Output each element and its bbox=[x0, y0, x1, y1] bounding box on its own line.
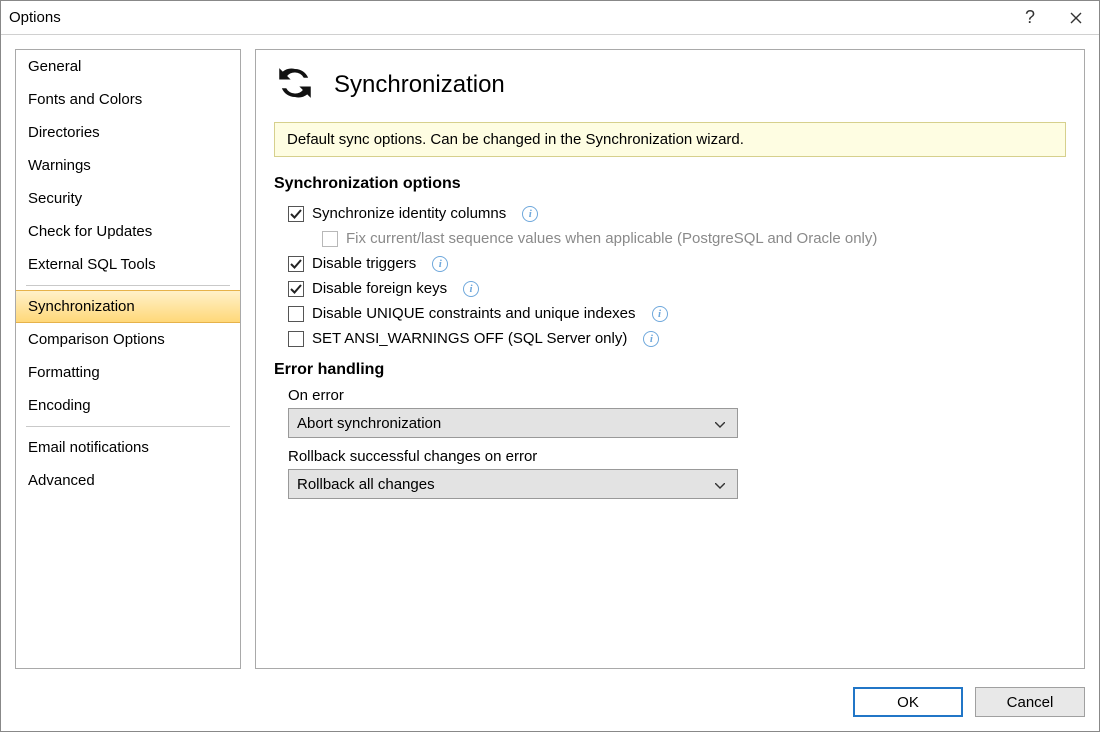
checkbox-icon bbox=[288, 256, 304, 272]
dialog-footer: OK Cancel bbox=[1, 677, 1099, 731]
check-label: SET ANSI_WARNINGS OFF (SQL Server only) bbox=[312, 330, 627, 347]
info-icon[interactable]: i bbox=[432, 256, 448, 272]
checkbox-icon bbox=[288, 306, 304, 322]
help-button[interactable]: ? bbox=[1007, 1, 1053, 35]
sidebar-item-security[interactable]: Security bbox=[16, 182, 240, 215]
window-title: Options bbox=[9, 9, 1007, 26]
page-header: Synchronization bbox=[274, 62, 1066, 108]
close-button[interactable] bbox=[1053, 1, 1099, 35]
sidebar-item-directories[interactable]: Directories bbox=[16, 116, 240, 149]
sidebar-item-synchronization[interactable]: Synchronization bbox=[16, 290, 240, 323]
checkbox-icon bbox=[288, 331, 304, 347]
cancel-button[interactable]: Cancel bbox=[975, 687, 1085, 717]
info-icon[interactable]: i bbox=[522, 206, 538, 222]
sidebar-item-external-sql-tools[interactable]: External SQL Tools bbox=[16, 248, 240, 281]
sidebar-item-check-for-updates[interactable]: Check for Updates bbox=[16, 215, 240, 248]
content-panel: Synchronization Default sync options. Ca… bbox=[255, 49, 1085, 669]
check-identity-columns[interactable]: Synchronize identity columns i bbox=[274, 201, 1066, 226]
select-value: Abort synchronization bbox=[297, 415, 711, 432]
sync-icon bbox=[274, 62, 316, 108]
on-error-select[interactable]: Abort synchronization bbox=[288, 408, 738, 438]
check-label: Fix current/last sequence values when ap… bbox=[346, 230, 877, 247]
sidebar-divider bbox=[26, 285, 230, 286]
sidebar-item-general[interactable]: General bbox=[16, 50, 240, 83]
chevron-down-icon bbox=[711, 415, 729, 432]
sidebar-item-warnings[interactable]: Warnings bbox=[16, 149, 240, 182]
sidebar-item-encoding[interactable]: Encoding bbox=[16, 389, 240, 422]
select-value: Rollback all changes bbox=[297, 476, 711, 493]
sidebar-item-fonts-and-colors[interactable]: Fonts and Colors bbox=[16, 83, 240, 116]
check-disable-unique[interactable]: Disable UNIQUE constraints and unique in… bbox=[274, 301, 1066, 326]
check-disable-fk[interactable]: Disable foreign keys i bbox=[274, 276, 1066, 301]
page-title: Synchronization bbox=[334, 71, 505, 99]
check-ansi-warnings[interactable]: SET ANSI_WARNINGS OFF (SQL Server only) … bbox=[274, 326, 1066, 351]
sync-options-heading: Synchronization options bbox=[274, 175, 1066, 193]
options-dialog: Options ? GeneralFonts and ColorsDirecto… bbox=[0, 0, 1100, 732]
rollback-label: Rollback successful changes on error bbox=[288, 448, 1066, 465]
sidebar-item-formatting[interactable]: Formatting bbox=[16, 356, 240, 389]
sidebar-item-email-notifications[interactable]: Email notifications bbox=[16, 431, 240, 464]
check-disable-triggers[interactable]: Disable triggers i bbox=[274, 251, 1066, 276]
check-label: Disable foreign keys bbox=[312, 280, 447, 297]
check-label: Synchronize identity columns bbox=[312, 205, 506, 222]
check-fix-sequence: Fix current/last sequence values when ap… bbox=[274, 226, 1066, 251]
checkbox-icon bbox=[322, 231, 338, 247]
checkbox-icon bbox=[288, 281, 304, 297]
sidebar-item-comparison-options[interactable]: Comparison Options bbox=[16, 323, 240, 356]
check-label: Disable UNIQUE constraints and unique in… bbox=[312, 305, 636, 322]
info-icon[interactable]: i bbox=[643, 331, 659, 347]
checkbox-icon bbox=[288, 206, 304, 222]
sidebar-item-advanced[interactable]: Advanced bbox=[16, 464, 240, 497]
on-error-label: On error bbox=[288, 387, 1066, 404]
info-icon[interactable]: i bbox=[652, 306, 668, 322]
sidebar-divider bbox=[26, 426, 230, 427]
info-icon[interactable]: i bbox=[463, 281, 479, 297]
ok-button[interactable]: OK bbox=[853, 687, 963, 717]
error-handling-heading: Error handling bbox=[274, 361, 1066, 379]
check-label: Disable triggers bbox=[312, 255, 416, 272]
rollback-select[interactable]: Rollback all changes bbox=[288, 469, 738, 499]
titlebar: Options ? bbox=[1, 1, 1099, 35]
info-banner: Default sync options. Can be changed in … bbox=[274, 122, 1066, 157]
chevron-down-icon bbox=[711, 476, 729, 493]
category-sidebar: GeneralFonts and ColorsDirectoriesWarnin… bbox=[15, 49, 241, 669]
